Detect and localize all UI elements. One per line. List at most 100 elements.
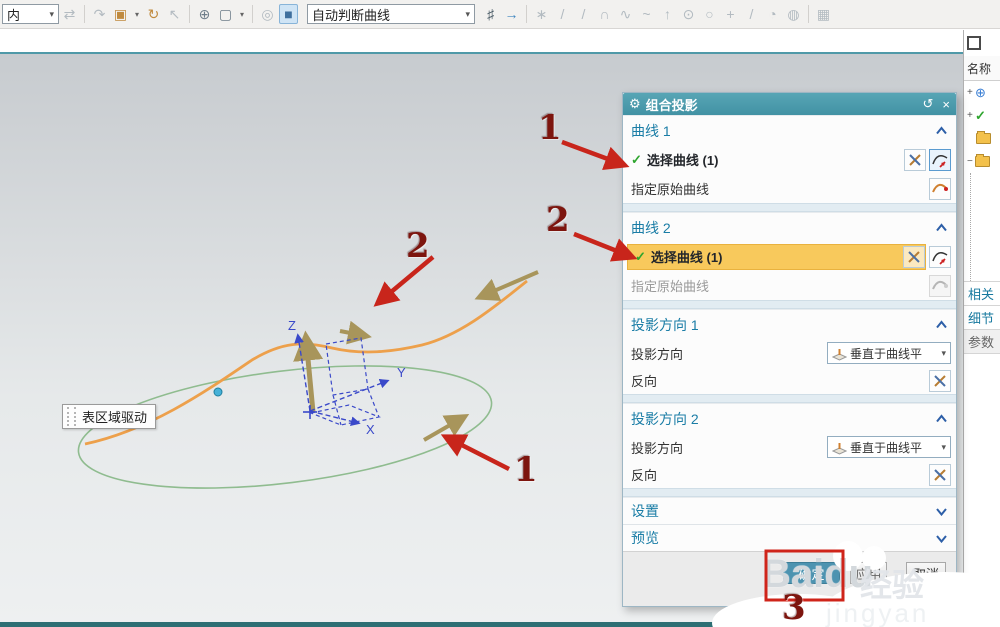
reverse-selection-icon[interactable] [904, 148, 926, 171]
grid-icon[interactable]: ▦ [814, 4, 833, 24]
inferred-line-icon[interactable]: / [574, 4, 593, 24]
section-details[interactable]: 细节 [964, 305, 1000, 329]
active-selection-highlight[interactable]: ✓ 选择曲线 (1) [627, 243, 926, 270]
point-icon[interactable]: + [721, 4, 740, 24]
section-parameters[interactable]: 参数 [964, 329, 1000, 354]
reverse-selection-icon[interactable] [903, 245, 925, 268]
section-dependencies[interactable]: 相关 [964, 281, 1000, 305]
tree-item-folder[interactable] [964, 127, 1000, 150]
sector-icon[interactable]: ◔ [763, 4, 782, 24]
check-icon: ✓ [975, 107, 986, 123]
stop-at-intersection-icon[interactable]: ♯ [481, 4, 500, 24]
sketch-line-icon[interactable]: / [742, 4, 761, 24]
chevron-down-icon[interactable]: ▾ [132, 4, 142, 24]
curve-select-icon[interactable] [929, 148, 951, 171]
circle-icon[interactable]: ○ [700, 4, 719, 24]
direction2-dropdown[interactable]: 垂直于曲线平 ▾ [827, 436, 951, 458]
chevron-down-icon[interactable] [935, 507, 948, 516]
direction1-row: 投影方向 垂直于曲线平 ▾ [623, 339, 956, 367]
bottom-edge-bar [0, 622, 1000, 627]
toolbar-separator [252, 5, 253, 23]
selection-scope-dropdown[interactable]: 内 ▾ [2, 4, 59, 24]
select-curve2-row[interactable]: ✓ 选择曲线 (1) [623, 242, 956, 271]
folder-icon [976, 131, 991, 144]
selection-box-icon[interactable]: ▢ [216, 4, 235, 24]
group-header-settings[interactable]: 设置 [623, 497, 956, 524]
rotate-reference-icon[interactable]: ↻ [144, 4, 163, 24]
reverse-direction-icon[interactable] [929, 369, 951, 392]
studio-spline-icon[interactable]: ∿ [616, 4, 635, 24]
reverse1-label: 反向 [631, 374, 658, 389]
group-header-direction1[interactable]: 投影方向 1 [623, 309, 956, 339]
chevron-up-icon[interactable] [935, 414, 948, 423]
select-curve1-label: 选择曲线 (1) [646, 153, 719, 168]
reverse2-label: 反向 [631, 468, 658, 483]
line-icon[interactable]: / [553, 4, 572, 24]
circle-center-icon[interactable]: ⊙ [679, 4, 698, 24]
group-header-preview[interactable]: 预览 [623, 524, 956, 551]
expand-icon[interactable]: + [967, 110, 975, 121]
frame-capture-icon[interactable]: ▣ [111, 4, 130, 24]
curve-rule-dropdown[interactable]: 自动判断曲线 ▾ [307, 4, 475, 24]
origin-curve-icon-disabled [929, 274, 951, 297]
datum-axis-icon[interactable]: ↑ [658, 4, 677, 24]
navigator-column-header[interactable]: 名称 [964, 56, 1000, 81]
group-title: 预览 [631, 530, 659, 546]
dialog-footer: 确定 应用 取消 [623, 551, 956, 606]
apply-button[interactable]: 应用 [850, 562, 887, 584]
toolbar-separator [84, 5, 85, 23]
shaded-view-icon[interactable]: ■ [279, 4, 298, 24]
navigator-window-icon-row[interactable] [964, 30, 1000, 56]
csys-orient-icon[interactable]: ⊕ [195, 4, 214, 24]
chevron-down-icon[interactable]: ▾ [237, 4, 247, 24]
drag-handle-label[interactable]: 表区域驱动 [62, 404, 157, 429]
arc-icon[interactable]: ∩ [595, 4, 614, 24]
group-header-direction2[interactable]: 投影方向 2 [623, 403, 956, 433]
origin-curve2-row[interactable]: 指定原始曲线 [623, 271, 956, 300]
tree-item-history[interactable]: + ⊕ [964, 81, 1000, 104]
select-curve1-row[interactable]: ✓ 选择曲线 (1) [623, 145, 956, 174]
chevron-up-icon[interactable] [935, 126, 948, 135]
grab-cursor-icon[interactable]: ↖ [165, 4, 184, 24]
curve-rule-value: 自动判断曲线 [312, 7, 391, 23]
group-title: 投影方向 1 [631, 316, 699, 333]
group-title: 投影方向 2 [631, 410, 699, 427]
swing-view-icon[interactable]: ↷ [90, 4, 109, 24]
group-header-curve2[interactable]: 曲线 2 [623, 212, 956, 242]
nx-application-window: 内 ▾ ⇄ ↷ ▣ ▾ ↻ ↖ ⊕ ▢ ▾ ◎ ■ 自动判断曲线 ▾ ♯ → ∗… [0, 0, 1000, 627]
tree-item-folder-open[interactable]: − [964, 150, 1000, 173]
ok-button[interactable]: 确定 [783, 562, 840, 584]
reset-icon[interactable]: ↺ [923, 96, 934, 112]
tree-item-model[interactable]: + ✓ [964, 104, 1000, 127]
chevron-down-icon[interactable] [935, 534, 948, 543]
toolbar-separator [189, 5, 190, 23]
curve-icon[interactable]: ~ [637, 4, 656, 24]
close-icon[interactable]: × [942, 97, 950, 112]
chevron-up-icon[interactable] [935, 320, 948, 329]
cancel-button[interactable]: 取消 [906, 562, 946, 584]
sphere-icon[interactable]: ◍ [784, 4, 803, 24]
dialog-titlebar[interactable]: ⚙ 组合投影 ↺ × [623, 93, 956, 115]
reverse-direction-icon[interactable] [929, 463, 951, 486]
viewport-top-border [0, 52, 963, 54]
select-curve2-label: 选择曲线 (1) [650, 250, 723, 265]
follow-fillet-icon[interactable]: → [502, 4, 521, 24]
chevron-up-icon[interactable] [935, 223, 948, 232]
drag-dots-icon[interactable] [67, 407, 76, 426]
dialog-title: 组合投影 [645, 97, 698, 113]
collapse-icon[interactable]: − [967, 156, 975, 167]
origin-curve1-label: 指定原始曲线 [631, 182, 710, 197]
origin-curve1-row[interactable]: 指定原始曲线 [623, 174, 956, 203]
derived-lines-icon[interactable]: ⇄ [60, 4, 79, 24]
tree-guide-line [970, 173, 972, 281]
direction1-dropdown[interactable]: 垂直于曲线平 ▾ [827, 342, 951, 364]
direction1-value: 垂直于曲线平 [850, 346, 923, 361]
expand-icon[interactable]: + [967, 87, 975, 98]
group-header-curve1[interactable]: 曲线 1 [623, 115, 956, 145]
visualization-icon[interactable]: ◎ [258, 4, 277, 24]
section-label: 相关 [968, 287, 995, 302]
origin-curve-icon[interactable] [929, 177, 951, 200]
chevron-down-icon: ▾ [465, 8, 470, 19]
point-constructor-icon[interactable]: ∗ [532, 4, 551, 24]
curve-select-icon[interactable] [929, 245, 951, 268]
